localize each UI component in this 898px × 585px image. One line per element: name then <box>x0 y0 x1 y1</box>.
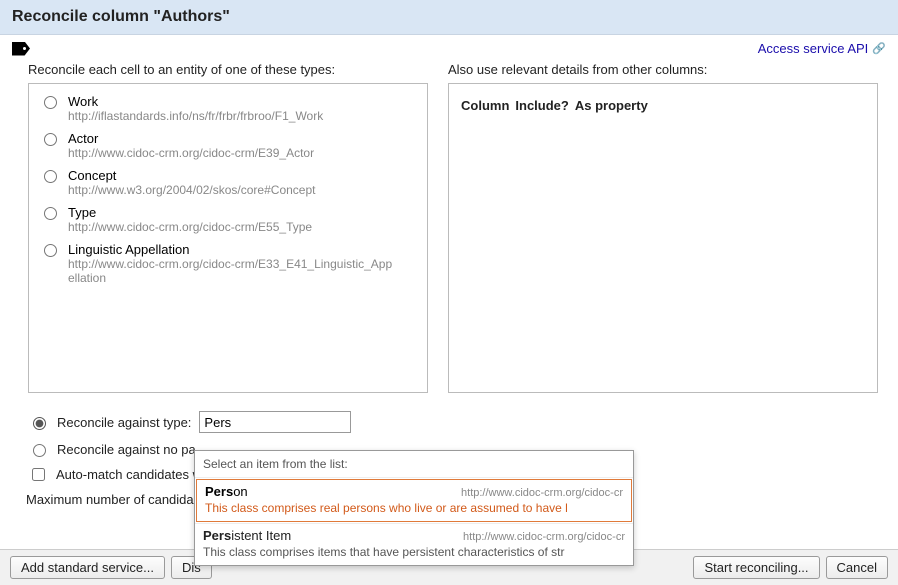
type-radio[interactable] <box>44 170 57 183</box>
col-header-property: As property <box>575 98 648 113</box>
type-uri: http://www.cidoc-crm.org/cidoc-crm/E33_E… <box>68 257 398 285</box>
tag-icon <box>12 42 30 56</box>
max-candidates-label: Maximum number of candida <box>26 492 194 507</box>
type-label: Work <box>68 94 323 109</box>
reconcile-against-type-label: Reconcile against type: <box>57 415 191 430</box>
types-panel: Work http://iflastandards.info/ns/fr/frb… <box>28 83 428 393</box>
external-link-icon: 🔗 <box>872 42 886 55</box>
type-uri: http://iflastandards.info/ns/fr/frbr/frb… <box>68 109 323 123</box>
type-label: Linguistic Appellation <box>68 242 398 257</box>
autocomplete-hint: Select an item from the list: <box>195 451 633 478</box>
type-radio[interactable] <box>44 207 57 220</box>
columns-table-header: Column Include? As property <box>459 94 867 119</box>
type-option[interactable]: Type http://www.cidoc-crm.org/cidoc-crm/… <box>39 205 417 234</box>
type-option[interactable]: Actor http://www.cidoc-crm.org/cidoc-crm… <box>39 131 417 160</box>
api-link-text: Access service API <box>758 41 869 56</box>
add-standard-service-button[interactable]: Add standard service... <box>10 556 165 579</box>
type-option[interactable]: Linguistic Appellation http://www.cidoc-… <box>39 242 417 285</box>
right-heading: Also use relevant details from other col… <box>448 62 878 77</box>
reconcile-against-none-radio[interactable] <box>33 444 46 457</box>
autocomplete-item-description: This class comprises real persons who li… <box>205 501 623 515</box>
type-option[interactable]: Concept http://www.w3.org/2004/02/skos/c… <box>39 168 417 197</box>
col-header-include: Include? <box>515 98 568 113</box>
dialog-title: Reconcile column "Authors" <box>12 8 230 25</box>
type-radio[interactable] <box>44 96 57 109</box>
type-radio[interactable] <box>44 133 57 146</box>
type-label: Type <box>68 205 312 220</box>
columns-panel: Column Include? As property <box>448 83 878 393</box>
col-header-column: Column <box>461 98 509 113</box>
type-label: Actor <box>68 131 314 146</box>
autocomplete-item-uri: http://www.cidoc-crm.org/cidoc-cr <box>260 487 623 499</box>
reconcile-against-none-label: Reconcile against no pa <box>57 442 196 457</box>
autocomplete-dropdown: Select an item from the list: Person htt… <box>194 450 634 566</box>
type-uri: http://www.cidoc-crm.org/cidoc-crm/E39_A… <box>68 146 314 160</box>
access-service-api-link[interactable]: Access service API 🔗 <box>758 41 886 56</box>
autocomplete-item[interactable]: Person http://www.cidoc-crm.org/cidoc-cr… <box>196 479 632 522</box>
autocomplete-item-name: Persistent Item <box>203 528 291 543</box>
autocomplete-item-description: This class comprises items that have per… <box>203 545 625 559</box>
autocomplete-item[interactable]: Persistent Item http://www.cidoc-crm.org… <box>195 523 633 565</box>
left-heading: Reconcile each cell to an entity of one … <box>28 62 428 77</box>
cancel-button[interactable]: Cancel <box>826 556 888 579</box>
reconcile-type-input[interactable] <box>199 411 351 433</box>
dialog-header: Reconcile column "Authors" <box>0 0 898 35</box>
type-radio[interactable] <box>44 244 57 257</box>
autocomplete-item-uri: http://www.cidoc-crm.org/cidoc-cr <box>303 531 625 543</box>
start-reconciling-button[interactable]: Start reconciling... <box>693 556 819 579</box>
type-option[interactable]: Work http://iflastandards.info/ns/fr/frb… <box>39 94 417 123</box>
type-uri: http://www.cidoc-crm.org/cidoc-crm/E55_T… <box>68 220 312 234</box>
type-label: Concept <box>68 168 315 183</box>
autocomplete-item-name: Person <box>205 484 248 499</box>
type-uri: http://www.w3.org/2004/02/skos/core#Conc… <box>68 183 315 197</box>
reconcile-against-type-radio[interactable] <box>33 417 46 430</box>
automatch-label: Auto-match candidates w <box>56 467 202 482</box>
automatch-checkbox[interactable] <box>32 468 45 481</box>
